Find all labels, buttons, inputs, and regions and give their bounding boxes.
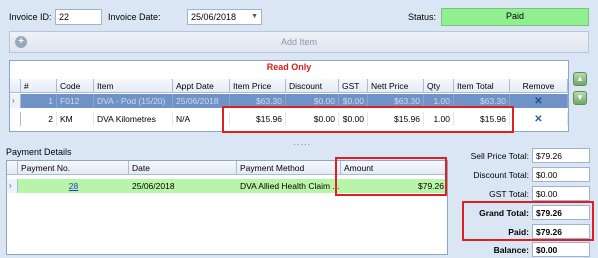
sell-price-total-label: Sell Price Total: bbox=[470, 151, 529, 161]
close-icon[interactable]: ✕ bbox=[510, 94, 568, 108]
read-only-banner: Read Only bbox=[266, 62, 312, 72]
plus-circle-icon: + bbox=[15, 36, 27, 48]
col-header-date[interactable]: Date bbox=[129, 161, 237, 175]
payment-method: DVA Allied Health Claim ... bbox=[240, 181, 340, 191]
balance-value: $0.00 bbox=[532, 242, 590, 257]
col-header-code[interactable]: Code bbox=[57, 79, 94, 93]
discount-total-label: Discount Total: bbox=[473, 170, 529, 180]
col-header-payment-no[interactable]: Payment No. bbox=[18, 161, 129, 175]
add-item-button[interactable]: + Add Item bbox=[9, 31, 589, 53]
row-header-corner bbox=[10, 79, 21, 93]
payment-details-title: Payment Details bbox=[6, 147, 72, 157]
add-item-label: Add Item bbox=[280, 37, 318, 47]
status-label: Status: bbox=[408, 12, 437, 22]
row-selector[interactable] bbox=[10, 112, 21, 126]
row-header-corner bbox=[7, 161, 18, 175]
status-badge: Paid bbox=[441, 8, 589, 26]
col-header-qty[interactable]: Qty bbox=[424, 79, 454, 93]
sell-price-total-value: $79.26 bbox=[532, 148, 590, 163]
item-code: F012 bbox=[57, 94, 94, 108]
item-name: DVA Kilometres bbox=[94, 112, 173, 126]
col-header-item-total[interactable]: Item Total bbox=[454, 79, 510, 93]
chevron-down-icon[interactable]: ▼ bbox=[251, 13, 258, 20]
invoice-id-label: Invoice ID: bbox=[9, 12, 52, 22]
invoice-date-picker[interactable]: 25/06/2018 ▼ bbox=[187, 9, 262, 25]
payment-number-link[interactable]: 28 bbox=[18, 179, 129, 193]
row-selector-icon[interactable]: › bbox=[10, 94, 21, 108]
close-icon[interactable]: ✕ bbox=[510, 112, 568, 126]
col-header-discount[interactable]: Discount bbox=[286, 79, 339, 93]
col-header-remove[interactable]: Remove bbox=[510, 79, 568, 93]
col-header-num[interactable]: # bbox=[21, 79, 57, 93]
item-num: 1 bbox=[21, 94, 57, 108]
gst-total-value: $0.00 bbox=[532, 186, 590, 201]
col-header-item[interactable]: Item bbox=[94, 79, 173, 93]
highlight-box bbox=[462, 201, 594, 241]
payment-date: 25/06/2018 bbox=[132, 181, 175, 191]
payment-number[interactable]: 28 bbox=[69, 181, 78, 191]
items-grid-header: # Code Item Appt Date Item Price Discoun… bbox=[10, 79, 568, 93]
splitter-handle[interactable]: ····· bbox=[293, 140, 311, 149]
item-name: DVA - Pod (15/20) bbox=[94, 94, 173, 108]
col-header-payment-method[interactable]: Payment Method bbox=[237, 161, 341, 175]
invoice-id-field[interactable]: 22 bbox=[55, 9, 102, 25]
col-header-appt-date[interactable]: Appt Date bbox=[173, 79, 230, 93]
highlight-box bbox=[335, 157, 447, 196]
invoice-date-label: Invoice Date: bbox=[108, 12, 161, 22]
col-header-item-price[interactable]: Item Price bbox=[230, 79, 286, 93]
col-header-nett-price[interactable]: Nett Price bbox=[368, 79, 424, 93]
item-code: KM bbox=[57, 112, 94, 126]
invoice-date-value: 25/06/2018 bbox=[191, 12, 237, 22]
arrow-down-icon[interactable]: ▼ bbox=[573, 91, 587, 105]
row-selector-icon[interactable]: › bbox=[7, 179, 18, 193]
item-num: 2 bbox=[21, 112, 57, 126]
arrow-up-icon[interactable]: ▲ bbox=[573, 72, 587, 86]
discount-total-value: $0.00 bbox=[532, 167, 590, 182]
col-header-gst[interactable]: GST bbox=[339, 79, 368, 93]
balance-label: Balance: bbox=[493, 245, 529, 255]
highlight-box bbox=[222, 106, 514, 133]
gst-total-label: GST Total: bbox=[489, 189, 529, 199]
